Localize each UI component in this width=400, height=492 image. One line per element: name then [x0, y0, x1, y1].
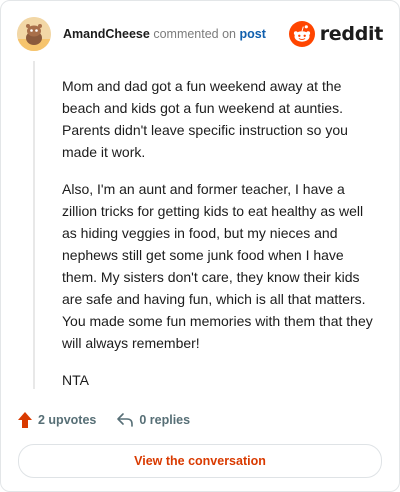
reddit-wordmark: reddit: [319, 23, 384, 45]
reply-arrow-icon[interactable]: [116, 412, 134, 428]
comment-body: Mom and dad got a fun weekend away at th…: [62, 75, 375, 406]
reddit-alien-icon: [288, 21, 315, 47]
comment-embed-card: AmandCheese commented on post reddit Mom…: [0, 0, 400, 492]
replies-count: 0 replies: [139, 413, 191, 427]
comment-byline: AmandCheese commented on post: [63, 26, 266, 42]
reddit-logo[interactable]: reddit: [288, 21, 384, 47]
commented-on-text: commented on: [153, 27, 237, 41]
thread-line: [33, 61, 35, 389]
reply-action[interactable]: 0 replies: [116, 412, 190, 428]
post-link[interactable]: post: [240, 27, 266, 41]
comment-actions: 2 upvotes 0 replies: [17, 409, 190, 431]
comment-paragraph: NTA: [62, 372, 89, 388]
upvote-arrow-icon[interactable]: [17, 411, 33, 429]
comment-header: AmandCheese commented on post reddit: [17, 17, 383, 51]
upvotes-count: 2 upvotes: [38, 413, 97, 427]
comment-paragraph: Also, I'm an aunt and former teacher, I …: [62, 181, 373, 351]
user-avatar[interactable]: [17, 17, 51, 51]
username[interactable]: AmandCheese: [63, 27, 150, 41]
comment-paragraph: Mom and dad got a fun weekend away at th…: [62, 78, 348, 160]
snoo-avatar-icon: [17, 17, 51, 51]
upvote-action[interactable]: 2 upvotes: [17, 411, 96, 429]
view-conversation-button[interactable]: View the conversation: [18, 444, 382, 478]
